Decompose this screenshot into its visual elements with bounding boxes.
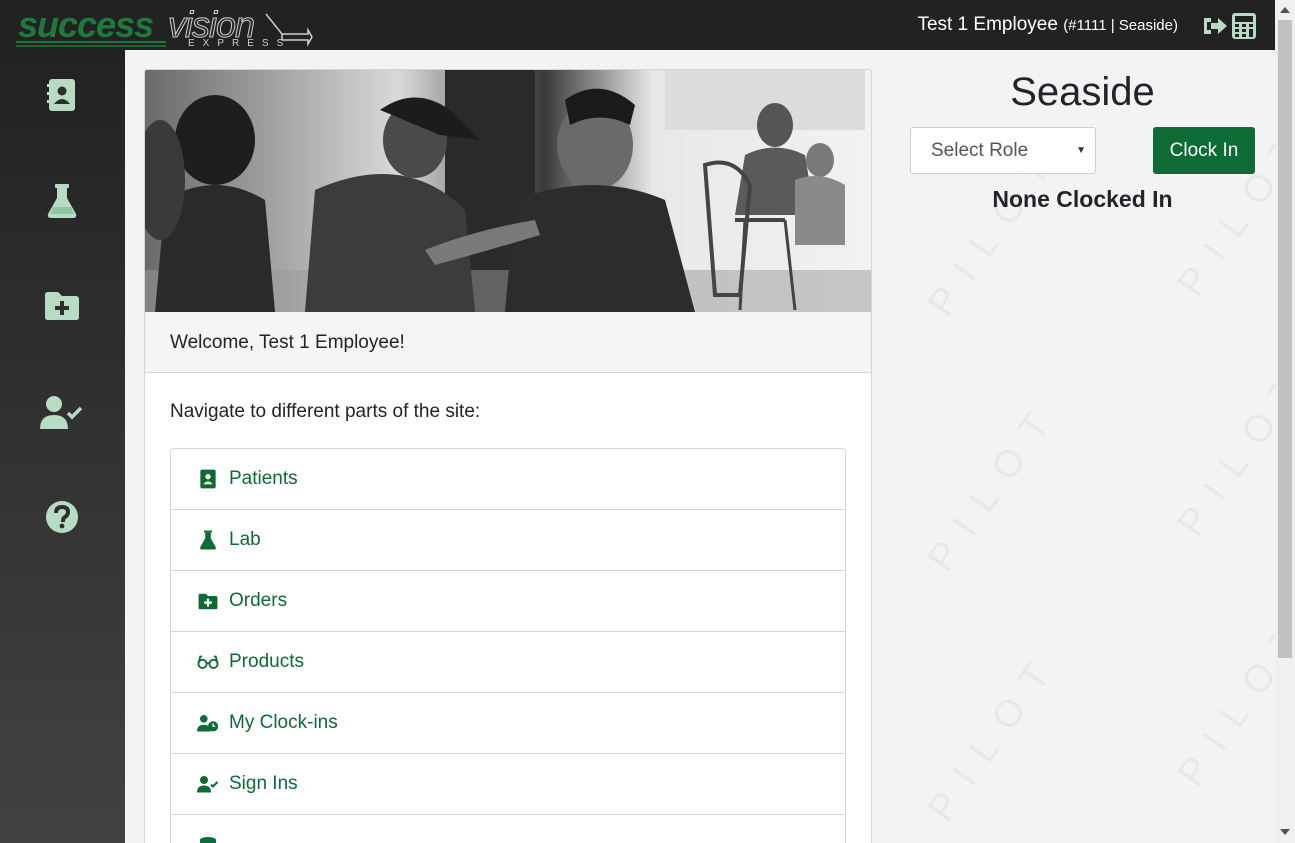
nav-intro-text: Navigate to different parts of the site:	[170, 401, 481, 422]
role-select-value: Select Role	[931, 140, 1029, 161]
role-select[interactable]: Select Role ▼	[910, 127, 1096, 174]
user-check-icon	[40, 396, 83, 429]
nav-item-orders[interactable]: Orders	[171, 571, 845, 632]
flask-icon	[47, 184, 77, 218]
glasses-icon	[197, 651, 219, 673]
sidebar-item-lab[interactable]	[38, 177, 86, 225]
logo-word-success: success	[18, 4, 154, 45]
nav-item-label: Products	[229, 651, 304, 672]
folder-plus-icon	[45, 292, 79, 320]
scroll-up-icon[interactable]	[1280, 7, 1290, 13]
clock-in-button[interactable]: Clock In	[1153, 127, 1255, 174]
watermark: PILOT	[1170, 356, 1275, 544]
scroll-thumb[interactable]	[1278, 20, 1292, 658]
nav-item-products[interactable]: Products	[171, 632, 845, 693]
address-book-icon	[47, 79, 75, 111]
clock-panel: PILOT PILOT PILOT PILOT PILOT PILOT Seas…	[890, 50, 1275, 843]
sidebar-item-help[interactable]	[38, 493, 86, 541]
sidebar-item-orders[interactable]	[38, 282, 86, 330]
user-check-icon	[197, 773, 219, 795]
nav-item-lab[interactable]: Lab	[171, 510, 845, 571]
nav-item-sign-ins[interactable]: Sign Ins	[171, 754, 845, 815]
user-meta: (#1111 | Seaside)	[1063, 17, 1178, 34]
nav-item-label: Sign Ins	[229, 773, 298, 794]
caret-down-icon: ▼	[1076, 145, 1086, 156]
welcome-card: Welcome, Test 1 Employee! Navigate to di…	[144, 69, 872, 843]
watermark: PILOT	[1170, 606, 1275, 794]
page-scrollbar[interactable]	[1275, 0, 1295, 843]
sidebar-item-sign-ins[interactable]	[38, 388, 86, 436]
sign-out-icon[interactable]	[1200, 12, 1228, 40]
scroll-down-icon[interactable]	[1280, 829, 1290, 835]
hero-photo	[145, 70, 871, 312]
user-name: Test 1 Employee	[917, 14, 1058, 35]
watermark: PILOT	[920, 391, 1070, 579]
nav-item-label: My Clock-ins	[229, 712, 338, 733]
address-book-icon	[197, 468, 219, 490]
folder-plus-icon	[197, 590, 219, 612]
nav-item-label: Orders	[229, 590, 288, 611]
sidebar-item-patients[interactable]	[38, 71, 86, 119]
site-nav-list: Patients Lab Orders Products My Clock-in…	[170, 448, 846, 843]
logo-tagline: EXPRESS	[188, 38, 292, 49]
watermark: PILOT	[920, 641, 1070, 829]
clock-status: None Clocked In	[992, 186, 1173, 212]
welcome-heading: Welcome, Test 1 Employee!	[145, 312, 871, 373]
sidebar	[0, 50, 125, 843]
nav-item-patients[interactable]: Patients	[171, 449, 845, 510]
question-circle-icon	[46, 501, 78, 533]
user-clock-icon	[197, 712, 219, 734]
nav-item-my-clock-ins[interactable]: My Clock-ins	[171, 693, 845, 754]
nav-item-label: Patients	[229, 468, 298, 489]
location-title: Seaside	[1010, 70, 1155, 114]
top-bar: success vision EXPRESS Test 1 Employee (…	[0, 0, 1275, 50]
database-icon	[197, 835, 219, 843]
nav-item-label: Lab	[229, 529, 261, 550]
nav-item-partial[interactable]	[171, 815, 845, 843]
flask-icon	[197, 529, 219, 551]
calculator-icon[interactable]	[1230, 12, 1258, 40]
current-user: Test 1 Employee (#1111 | Seaside)	[917, 14, 1178, 36]
logo[interactable]: success vision EXPRESS	[16, 4, 316, 49]
